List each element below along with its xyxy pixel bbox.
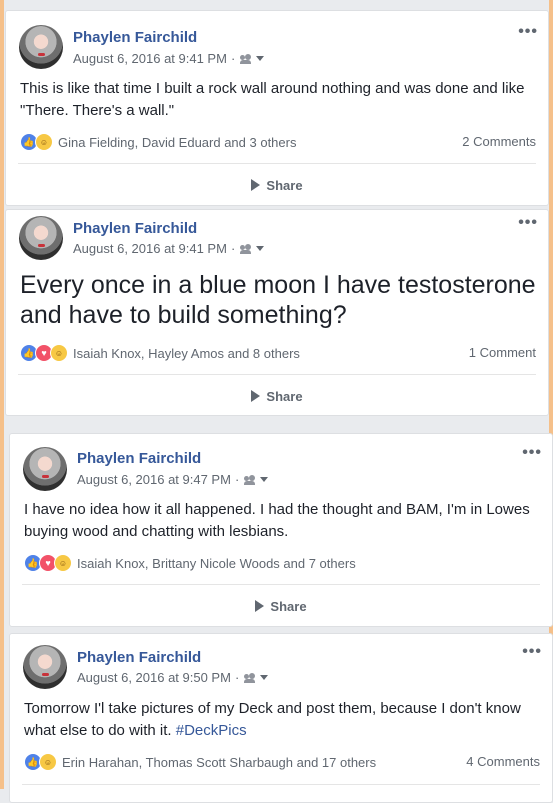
more-options-button[interactable]: ••• — [518, 23, 538, 41]
more-options-button[interactable]: ••• — [522, 643, 542, 661]
post-timestamp[interactable]: August 6, 2016 at 9:41 PM — [73, 51, 227, 66]
author-name[interactable]: Phaylen Fairchild — [77, 450, 201, 467]
divider — [18, 374, 536, 375]
meta-separator: · — [230, 241, 236, 256]
divider — [18, 163, 536, 164]
reactions-summary[interactable]: 👍 ☺ Gina Fielding, David Eduard and 3 ot… — [20, 133, 296, 151]
reaction-names[interactable]: Erin Harahan, Thomas Scott Sharbaugh and… — [62, 755, 376, 770]
reaction-names[interactable]: Isaiah Knox, Hayley Amos and 8 others — [73, 346, 300, 361]
more-options-button[interactable]: ••• — [518, 214, 538, 232]
post-card: Phaylen Fairchild August 6, 2016 at 9:41… — [5, 209, 549, 416]
meta-separator: · — [234, 670, 240, 685]
friends-icon[interactable] — [240, 53, 252, 64]
meta-separator: · — [230, 51, 236, 66]
friends-icon[interactable] — [244, 474, 256, 485]
divider — [22, 784, 540, 785]
divider — [22, 584, 540, 585]
post-body: Tomorrow I'l take pictures of my Deck an… — [24, 700, 521, 739]
chevron-down-icon[interactable] — [260, 675, 269, 680]
share-arrow-icon — [251, 179, 261, 191]
author-name[interactable]: Phaylen Fairchild — [73, 29, 197, 46]
post-card: Phaylen Fairchild August 6, 2016 at 9:41… — [5, 10, 549, 206]
author-avatar[interactable] — [23, 447, 67, 491]
comments-count[interactable]: 2 Comments — [462, 134, 536, 149]
post-meta: August 6, 2016 at 9:47 PM · — [77, 472, 269, 487]
post-timestamp[interactable]: August 6, 2016 at 9:41 PM — [73, 241, 227, 256]
chevron-down-icon[interactable] — [256, 56, 265, 61]
post-text: I have no idea how it all happened. I ha… — [24, 501, 530, 540]
share-label: Share — [266, 178, 303, 193]
page-edge-left — [0, 0, 4, 789]
haha-reaction-icon: ☺ — [39, 753, 57, 771]
reactions-summary[interactable]: 👍 ♥ ☺ Isaiah Knox, Brittany Nicole Woods… — [24, 554, 356, 572]
share-label: Share — [266, 389, 303, 404]
post-text: Tomorrow I'l take pictures of my Deck an… — [24, 698, 544, 742]
author-avatar[interactable] — [19, 25, 63, 69]
author-avatar[interactable] — [19, 216, 63, 260]
hashtag-link[interactable]: #DeckPics — [176, 722, 247, 739]
chevron-down-icon[interactable] — [260, 477, 269, 482]
reactions-summary[interactable]: 👍 ☺ Erin Harahan, Thomas Scott Sharbaugh… — [24, 753, 376, 771]
friends-icon[interactable] — [244, 672, 256, 683]
reaction-names[interactable]: Gina Fielding, David Eduard and 3 others — [58, 135, 296, 150]
chevron-down-icon[interactable] — [256, 246, 265, 251]
meta-separator: · — [234, 472, 240, 487]
comments-count[interactable]: 1 Comment — [469, 345, 536, 360]
share-button[interactable]: Share — [10, 599, 552, 614]
author-name[interactable]: Phaylen Fairchild — [77, 649, 201, 666]
post-meta: August 6, 2016 at 9:50 PM · — [77, 670, 269, 685]
comments-count[interactable]: 4 Comments — [466, 754, 540, 769]
share-label: Share — [270, 599, 307, 614]
haha-reaction-icon: ☺ — [35, 133, 53, 151]
haha-reaction-icon: ☺ — [54, 554, 72, 572]
post-text: Every once in a blue moon I have testost… — [20, 271, 536, 329]
post-text: This is like that time I built a rock wa… — [20, 80, 525, 119]
more-options-button[interactable]: ••• — [522, 444, 542, 462]
reaction-names[interactable]: Isaiah Knox, Brittany Nicole Woods and 7… — [77, 556, 356, 571]
friends-icon[interactable] — [240, 243, 252, 254]
post-card: Phaylen Fairchild August 6, 2016 at 9:50… — [9, 633, 553, 803]
share-arrow-icon — [251, 390, 261, 402]
haha-reaction-icon: ☺ — [50, 344, 68, 362]
share-button[interactable]: Share — [6, 178, 548, 193]
share-arrow-icon — [255, 600, 265, 612]
post-timestamp[interactable]: August 6, 2016 at 9:50 PM — [77, 670, 231, 685]
post-card: Phaylen Fairchild August 6, 2016 at 9:47… — [9, 433, 553, 627]
post-meta: August 6, 2016 at 9:41 PM · — [73, 51, 265, 66]
reactions-summary[interactable]: 👍 ♥ ☺ Isaiah Knox, Hayley Amos and 8 oth… — [20, 344, 300, 362]
post-timestamp[interactable]: August 6, 2016 at 9:47 PM — [77, 472, 231, 487]
post-meta: August 6, 2016 at 9:41 PM · — [73, 241, 265, 256]
share-button[interactable]: Share — [6, 389, 548, 404]
author-name[interactable]: Phaylen Fairchild — [73, 220, 197, 237]
author-avatar[interactable] — [23, 645, 67, 689]
